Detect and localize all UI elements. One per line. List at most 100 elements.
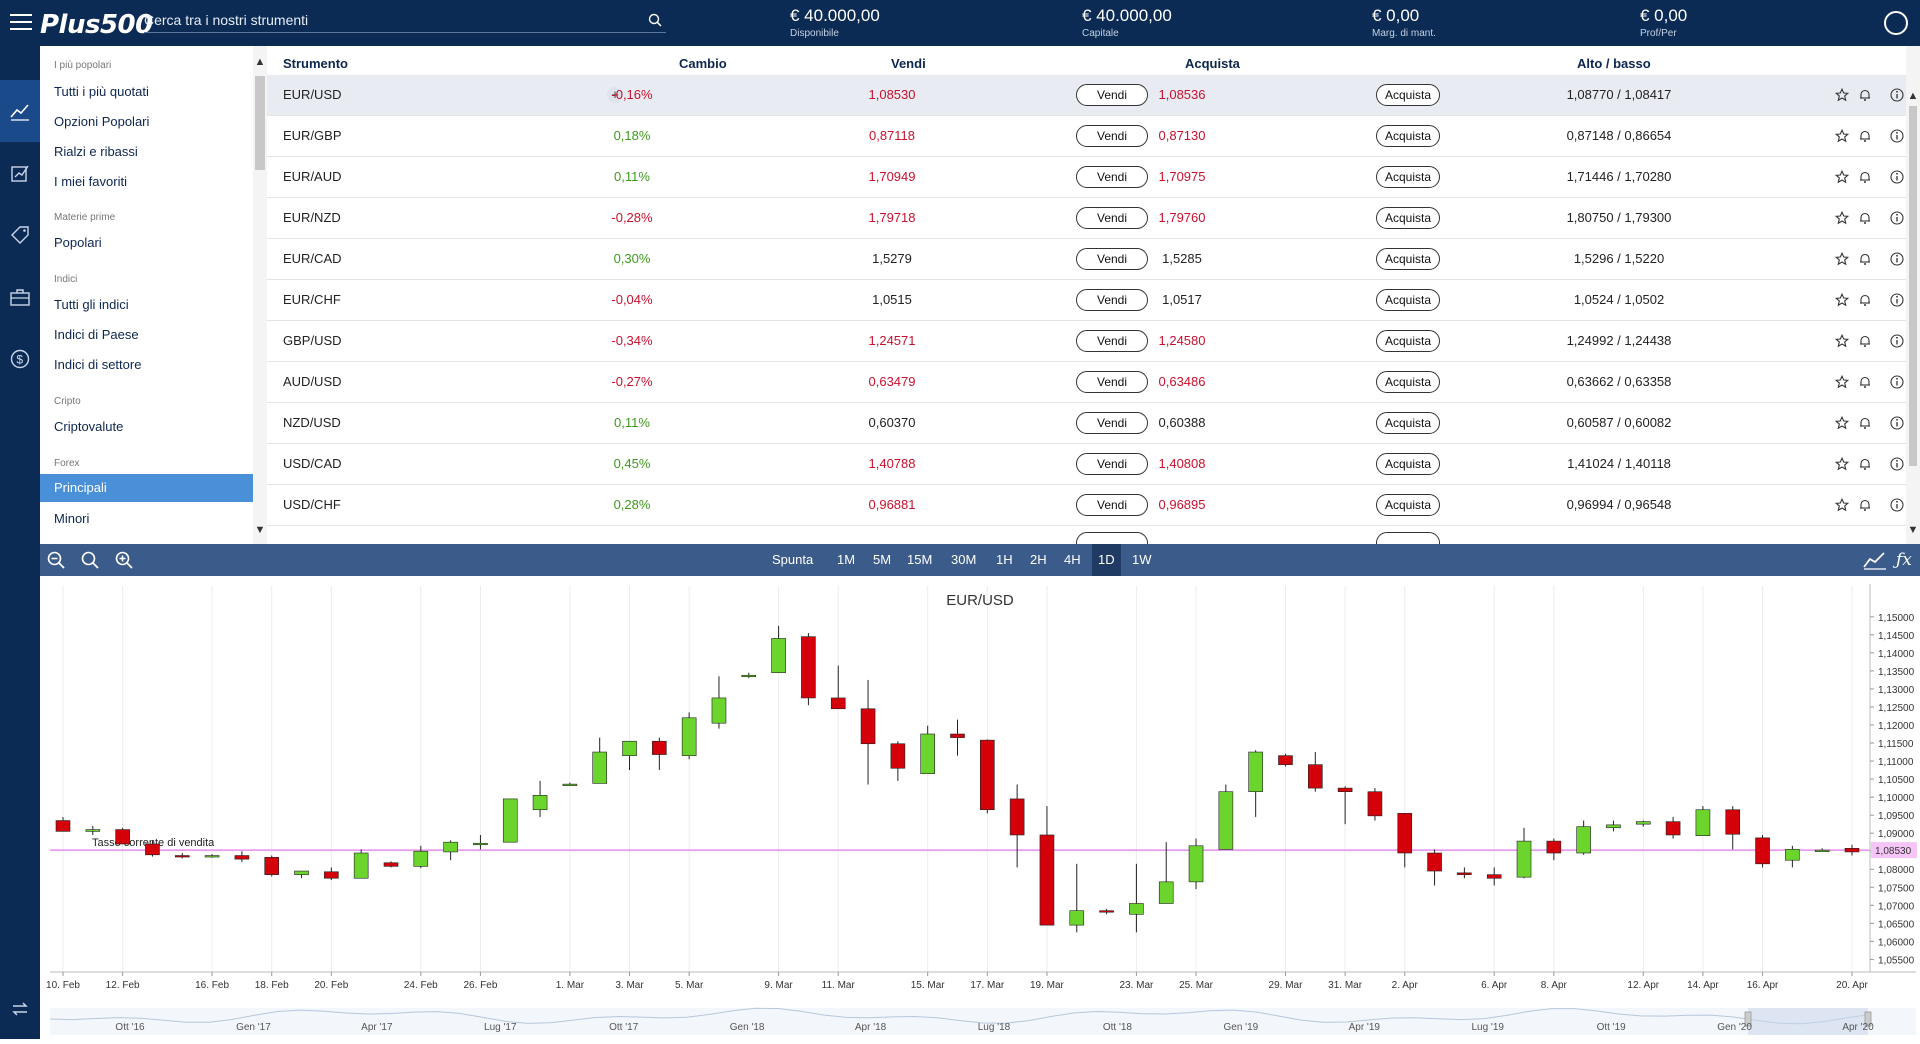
category-item[interactable]: Popolari xyxy=(40,229,253,257)
sell-button[interactable] xyxy=(1076,532,1148,544)
rail-positions-button[interactable] xyxy=(0,142,40,204)
header-highlow[interactable]: Alto / basso xyxy=(1577,56,1651,71)
favorite-star-icon[interactable] xyxy=(1834,415,1850,430)
user-account-icon[interactable] xyxy=(1884,11,1908,35)
table-row[interactable]: GBP/USD -0,34% 1,24571 Vendi 1,24580 Acquista… xyxy=(267,321,1906,362)
buy-button[interactable]: Acquista xyxy=(1376,207,1440,229)
scroll-up-icon[interactable]: ▲ xyxy=(253,56,267,68)
buy-button[interactable]: Acquista xyxy=(1376,166,1440,188)
timeframe-15m[interactable]: 15M xyxy=(901,544,938,576)
zoom-out-icon[interactable] xyxy=(46,550,66,570)
table-row[interactable]: AUD/USD -0,27% 0,63479 Vendi 0,63486 Acquista… xyxy=(267,362,1906,403)
table-row[interactable]: EUR/GBP 0,18% 0,87118 Vendi 0,87130 Acquista 0… xyxy=(267,116,1906,157)
info-icon[interactable] xyxy=(1890,416,1904,430)
favorite-star-icon[interactable] xyxy=(1834,374,1850,389)
chart-canvas[interactable]: 1,15000 1,14500 1,14000 1,13500 1,13000 1,125… xyxy=(40,576,1920,1039)
alert-bell-icon[interactable] xyxy=(1858,334,1872,348)
header-buy[interactable]: Acquista xyxy=(1185,56,1240,71)
category-item[interactable]: Indici di Paese xyxy=(40,321,253,349)
buy-button[interactable]: Acquista xyxy=(1376,125,1440,147)
favorite-star-icon[interactable] xyxy=(1834,210,1850,225)
buy-button[interactable]: Acquista xyxy=(1376,289,1440,311)
buy-button[interactable]: Acquista xyxy=(1376,453,1440,475)
table-row-partial[interactable] xyxy=(267,526,1906,544)
price-chart[interactable]: EUR/USD 1,15000 1,14500 1,14000 1,13500 1,13… xyxy=(40,576,1920,1039)
table-row[interactable]: EUR/CHF -0,04% 1,0515 Vendi 1,0517 Acquista 1,… xyxy=(267,280,1906,321)
rail-trade-button[interactable] xyxy=(0,80,40,142)
timeframe-1h[interactable]: 1H xyxy=(990,544,1019,576)
scroll-up-icon[interactable]: ▲ xyxy=(1906,90,1920,102)
table-row[interactable]: NZD/USD 0,11% 0,60370 Vendi 0,60388 Acquista 0… xyxy=(267,403,1906,444)
search-icon[interactable] xyxy=(648,13,662,27)
favorite-star-icon[interactable] xyxy=(1834,292,1850,307)
buy-button[interactable]: Acquista xyxy=(1376,494,1440,516)
rail-switch-button[interactable] xyxy=(0,978,40,1040)
timeframe-4h[interactable]: 4H xyxy=(1058,544,1087,576)
alert-bell-icon[interactable] xyxy=(1858,252,1872,266)
alert-bell-icon[interactable] xyxy=(1858,498,1872,512)
table-row[interactable]: EUR/CAD 0,30% 1,5279 Vendi 1,5285 Acquista 1,5… xyxy=(267,239,1906,280)
zoom-in-icon[interactable] xyxy=(114,550,134,570)
alert-bell-icon[interactable] xyxy=(1858,88,1872,102)
header-change[interactable]: Cambio xyxy=(679,56,727,71)
category-item[interactable]: I miei favoriti xyxy=(40,168,253,196)
table-row[interactable]: EUR/NZD -0,28% 1,79718 Vendi 1,79760 Acquista… xyxy=(267,198,1906,239)
alert-bell-icon[interactable] xyxy=(1858,457,1872,471)
alert-bell-icon[interactable] xyxy=(1858,416,1872,430)
category-item[interactable]: Tutti i più quotati xyxy=(40,78,253,106)
info-icon[interactable] xyxy=(1890,334,1904,348)
buy-button[interactable]: Acquista xyxy=(1376,371,1440,393)
favorite-star-icon[interactable] xyxy=(1834,169,1850,184)
alert-bell-icon[interactable] xyxy=(1858,375,1872,389)
buy-button[interactable] xyxy=(1376,532,1440,544)
alert-bell-icon[interactable] xyxy=(1858,211,1872,225)
info-icon[interactable] xyxy=(1890,211,1904,225)
favorite-star-icon[interactable] xyxy=(1834,128,1850,143)
favorite-star-icon[interactable] xyxy=(1834,251,1850,266)
favorite-star-icon[interactable] xyxy=(1834,87,1850,102)
hamburger-menu-icon[interactable] xyxy=(10,14,32,32)
category-item[interactable]: Indici di settore xyxy=(40,351,253,379)
table-scrollbar[interactable]: ▲ ▼ xyxy=(1906,46,1920,544)
sidebar-scrollbar[interactable]: ▲ ▼ xyxy=(253,46,267,544)
favorite-star-icon[interactable] xyxy=(1834,497,1850,512)
info-icon[interactable] xyxy=(1890,293,1904,307)
indicators-fx-icon[interactable]: ƒx xyxy=(1896,550,1912,570)
info-icon[interactable] xyxy=(1890,375,1904,389)
buy-button[interactable]: Acquista xyxy=(1376,412,1440,434)
rail-funds-button[interactable]: $ xyxy=(0,328,40,390)
search-input[interactable] xyxy=(144,9,634,31)
category-item[interactable]: Opzioni Popolari xyxy=(40,108,253,136)
buy-button[interactable]: Acquista xyxy=(1376,330,1440,352)
scroll-down-icon[interactable]: ▼ xyxy=(253,524,267,536)
info-icon[interactable] xyxy=(1890,252,1904,266)
header-sell[interactable]: Vendi xyxy=(891,56,926,71)
info-icon[interactable] xyxy=(1890,498,1904,512)
info-icon[interactable] xyxy=(1890,129,1904,143)
timeframe-30m[interactable]: 30M xyxy=(945,544,982,576)
table-row[interactable]: EUR/AUD 0,11% 1,70949 Vendi 1,70975 Acquista 1… xyxy=(267,157,1906,198)
category-item[interactable]: Rialzi e ribassi xyxy=(40,138,253,166)
scroll-thumb[interactable] xyxy=(255,76,265,170)
table-row[interactable]: EUR/USD + -0,16% 1,08530 Vendi 1,08536 Acquist… xyxy=(267,75,1906,116)
scroll-thumb[interactable] xyxy=(1909,106,1917,466)
timeframe-spunta[interactable]: Spunta xyxy=(766,544,819,576)
info-icon[interactable] xyxy=(1890,170,1904,184)
info-icon[interactable] xyxy=(1890,88,1904,102)
table-row[interactable]: USD/CAD 0,45% 1,40788 Vendi 1,40808 Acquista 1… xyxy=(267,444,1906,485)
scroll-down-icon[interactable]: ▼ xyxy=(1906,524,1920,536)
timeframe-2h[interactable]: 2H xyxy=(1024,544,1053,576)
timeframe-1w[interactable]: 1W xyxy=(1126,544,1158,576)
alert-bell-icon[interactable] xyxy=(1858,293,1872,307)
header-instrument[interactable]: Strumento xyxy=(283,56,348,71)
rail-orders-button[interactable] xyxy=(0,204,40,266)
category-item[interactable]: Tutti gli indici xyxy=(40,291,253,319)
timeframe-1d[interactable]: 1D xyxy=(1092,544,1121,576)
category-item[interactable]: Minori xyxy=(40,505,253,533)
buy-button[interactable]: Acquista xyxy=(1376,248,1440,270)
buy-button[interactable]: Acquista xyxy=(1376,84,1440,106)
table-row[interactable]: USD/CHF 0,28% 0,96881 Vendi 0,96895 Acquista 0… xyxy=(267,485,1906,526)
zoom-reset-icon[interactable] xyxy=(80,550,100,570)
favorite-star-icon[interactable] xyxy=(1834,456,1850,471)
timeframe-1m[interactable]: 1M xyxy=(831,544,861,576)
